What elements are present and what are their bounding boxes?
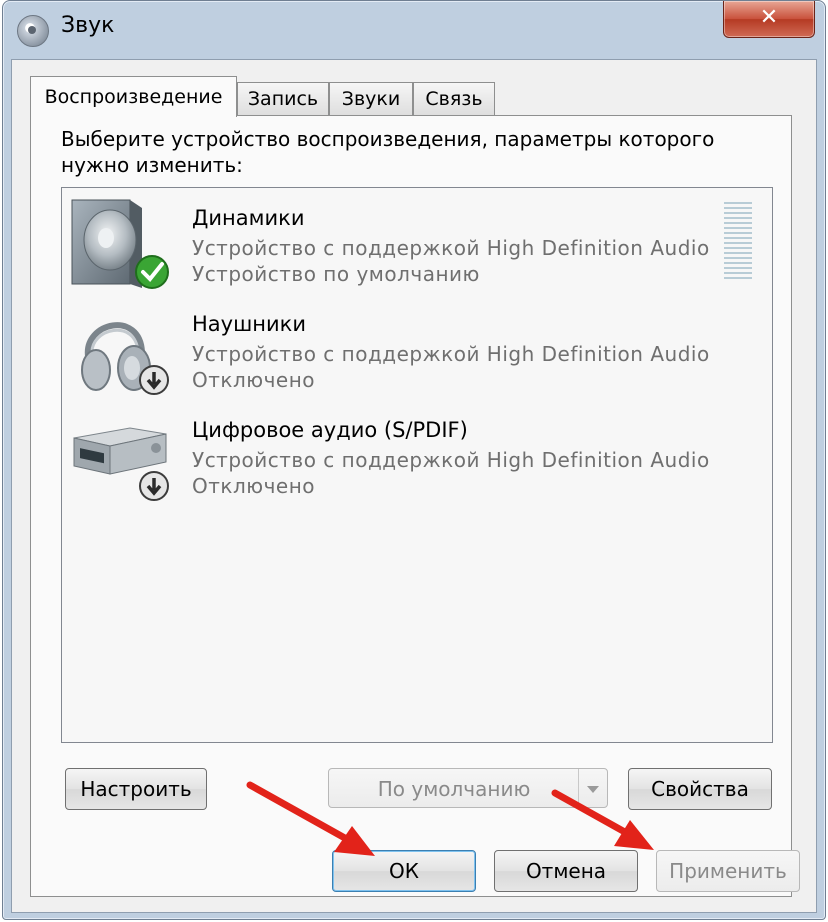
device-status: Устройство по умолчанию: [192, 262, 480, 286]
playback-panel: Выберите устройство воспроизведения, пар…: [30, 115, 792, 897]
tab-communications[interactable]: Связь: [413, 82, 495, 115]
title-bar[interactable]: Звук ✕: [3, 1, 825, 59]
device-list[interactable]: Динамики Устройство с поддержкой High De…: [61, 187, 773, 743]
tab-recording[interactable]: Запись: [237, 82, 329, 115]
properties-button[interactable]: Свойства: [628, 768, 772, 810]
set-default-label: По умолчанию: [377, 777, 531, 801]
set-default-split-button[interactable]: По умолчанию: [328, 768, 608, 809]
tab-sounds[interactable]: Звуки: [329, 82, 413, 115]
dialog-client-area: Воспроизведение Запись Звуки Связь Выбер…: [11, 59, 817, 913]
disabled-arrow-icon: [139, 365, 169, 395]
device-name: Цифровое аудио (S/PDIF): [192, 418, 468, 442]
instruction-text: Выберите устройство воспроизведения, пар…: [61, 127, 715, 177]
device-name: Наушники: [192, 312, 307, 336]
device-row-speakers[interactable]: Динамики Устройство с поддержкой High De…: [62, 190, 772, 296]
close-icon: ✕: [759, 5, 779, 30]
device-row-headphones[interactable]: Наушники Устройство с поддержкой High De…: [62, 296, 772, 402]
configure-button[interactable]: Настроить: [65, 768, 207, 810]
close-button[interactable]: ✕: [723, 1, 815, 38]
apply-button[interactable]: Применить: [656, 850, 800, 892]
device-description: Устройство с поддержкой High Definition …: [192, 236, 710, 260]
device-description: Устройство с поддержкой High Definition …: [192, 448, 710, 472]
sound-dialog: Звук ✕ Воспроизведение Запись Звуки Связ…: [2, 0, 826, 920]
cancel-button[interactable]: Отмена: [494, 850, 638, 892]
tab-playback[interactable]: Воспроизведение: [30, 76, 237, 117]
device-status: Отключено: [192, 368, 316, 392]
volume-level-meter: [724, 202, 752, 282]
ok-button[interactable]: ОК: [332, 850, 476, 892]
sound-app-icon: [17, 15, 49, 47]
device-status: Отключено: [192, 474, 316, 498]
window-title: Звук: [61, 13, 115, 38]
device-description: Устройство с поддержкой High Definition …: [192, 342, 710, 366]
device-row-digital-audio[interactable]: Цифровое аудио (S/PDIF) Устройство с под…: [62, 402, 772, 508]
device-name: Динамики: [192, 206, 305, 230]
default-checkmark-icon: [135, 255, 169, 289]
chevron-down-icon[interactable]: [578, 769, 607, 809]
disabled-arrow-icon: [139, 471, 169, 501]
